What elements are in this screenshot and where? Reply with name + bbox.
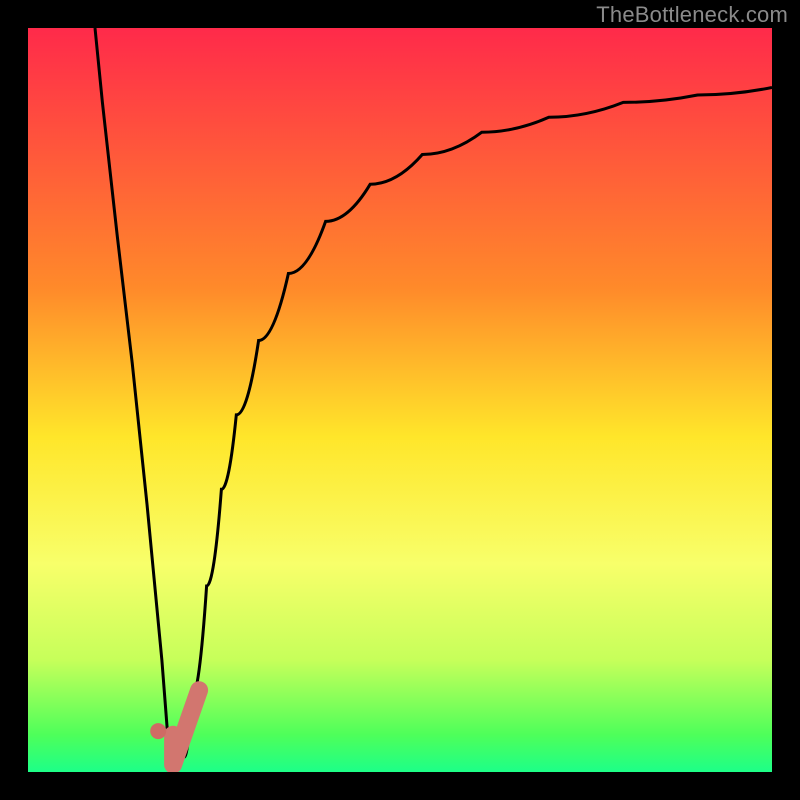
watermark-text: TheBottleneck.com [596, 2, 788, 28]
marker-tick [173, 690, 199, 764]
marker-dot [150, 723, 166, 739]
curve-right [184, 88, 772, 758]
chart-svg [28, 28, 772, 772]
chart-frame: TheBottleneck.com [0, 0, 800, 800]
plot-area [28, 28, 772, 772]
curve-left [95, 28, 169, 757]
